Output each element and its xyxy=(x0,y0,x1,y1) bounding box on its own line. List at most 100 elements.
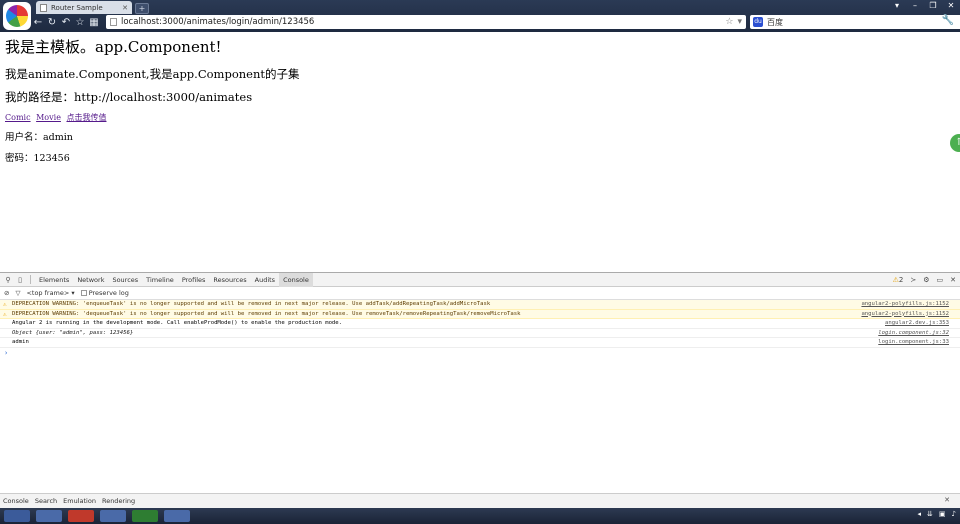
window-controls: ▾ – ❐ ✕ xyxy=(892,1,956,10)
clear-console-icon[interactable]: ⊘ xyxy=(4,289,9,297)
page-content: 我是主模板。app.Component! 我是animate.Component… xyxy=(0,32,960,272)
log-text[interactable]: Object {user: "admin", pass: 123456} xyxy=(12,330,133,336)
tab-strip: Router Sample ✕ + xyxy=(36,0,149,14)
preserve-log-option[interactable]: Preserve log xyxy=(80,289,129,297)
maximize-button[interactable]: ❐ xyxy=(928,1,938,10)
nav-links: Comic Movie 点击我传值 xyxy=(5,112,109,123)
star-icon[interactable]: ☆ xyxy=(73,16,87,30)
browser-chrome: Router Sample ✕ + ▾ – ❐ ✕ ← ↻ ↶ ☆ ▦ loca… xyxy=(0,0,960,32)
preserve-log-checkbox[interactable] xyxy=(80,290,87,296)
close-drawer-icon[interactable]: ✕ xyxy=(944,496,950,504)
drawer-tab-rendering[interactable]: Rendering xyxy=(102,497,135,505)
log-source-link[interactable]: angular2.dev.js:353 xyxy=(885,319,949,328)
log-source-link[interactable]: angular2-polyfills.js:1152 xyxy=(861,300,949,309)
warning-counter[interactable]: ⚠2 xyxy=(893,276,904,284)
browser-tab[interactable]: Router Sample ✕ xyxy=(36,1,132,14)
username-text: 用户名：admin xyxy=(5,132,73,143)
console-log-row: ⚠ DEPRECATION WARNING: 'enqueueTask' is … xyxy=(0,300,960,310)
password-text: 密码：123456 xyxy=(5,153,70,164)
link-movie[interactable]: Movie xyxy=(36,113,61,122)
child-component-heading: 我是animate.Component,我是app.Component的子集 xyxy=(5,67,300,81)
tab-timeline[interactable]: Timeline xyxy=(142,273,178,287)
tab-sources[interactable]: Sources xyxy=(108,273,142,287)
new-tab-button[interactable]: + xyxy=(135,3,149,14)
minimize-button[interactable]: – xyxy=(910,1,920,10)
link-comic[interactable]: Comic xyxy=(5,113,31,122)
taskbar-app[interactable] xyxy=(132,510,158,522)
tab-resources[interactable]: Resources xyxy=(209,273,250,287)
log-source-link[interactable]: login.component.js:33 xyxy=(878,338,949,347)
warning-icon: ⚠ xyxy=(3,310,7,318)
path-heading: 我的路径是：http://localhost:3000/animates xyxy=(5,90,253,104)
url-text[interactable]: localhost:3000/animates/login/admin/1234… xyxy=(121,17,721,27)
drawer-tab-console[interactable]: Console xyxy=(3,497,29,505)
page-icon xyxy=(110,18,117,26)
tray-icon[interactable]: ⇊ xyxy=(927,510,933,518)
console-toolbar: ⊘ ▽ <top frame> ▾ Preserve log xyxy=(0,287,960,300)
close-icon[interactable]: ✕ xyxy=(950,276,956,284)
back-icon[interactable]: ← xyxy=(31,16,45,30)
console-log-row: ⚠ DEPRECATION WARNING: 'dequeueTask' is … xyxy=(0,309,960,320)
tab-title: Router Sample xyxy=(51,3,103,12)
taskbar-app[interactable] xyxy=(100,510,126,522)
page-icon xyxy=(40,3,47,12)
frame-selector[interactable]: <top frame> ▾ xyxy=(26,289,74,297)
start-button[interactable] xyxy=(4,510,30,522)
close-window-button[interactable]: ✕ xyxy=(946,1,956,10)
console-prompt[interactable]: › xyxy=(0,348,960,358)
apps-icon[interactable]: ▦ xyxy=(87,16,101,30)
preserve-log-label: Preserve log xyxy=(88,289,129,297)
devtools-tabbar: ⚲ ▯ Elements Network Sources Timeline Pr… xyxy=(0,272,960,287)
log-source-link[interactable]: angular2-polyfills.js:1152 xyxy=(861,310,949,319)
baidu-icon[interactable]: du xyxy=(753,17,763,27)
device-mode-icon[interactable]: ▯ xyxy=(14,276,26,284)
log-text: DEPRECATION WARNING: 'dequeueTask' is no… xyxy=(12,310,521,317)
browser-toolbar: ← ↻ ↶ ☆ ▦ localhost:3000/animates/login/… xyxy=(31,14,960,31)
taskbar-app[interactable] xyxy=(36,510,62,522)
log-text: Angular 2 is running in the development … xyxy=(12,320,343,327)
tray-icon[interactable]: ▣ xyxy=(939,510,946,518)
drawer-tab-search[interactable]: Search xyxy=(35,497,57,505)
console-log-row[interactable]: Object {user: "admin", pass: 123456} log… xyxy=(0,329,960,339)
menu-icon[interactable]: ▾ xyxy=(892,1,902,10)
dock-icon[interactable]: ▭ xyxy=(937,276,944,284)
chevron-down-icon[interactable]: ▾ xyxy=(737,17,742,27)
tab-console[interactable]: Console xyxy=(279,272,313,287)
reload-icon[interactable]: ↻ xyxy=(45,16,59,30)
close-tab-icon[interactable]: ✕ xyxy=(122,4,128,12)
undo-icon[interactable]: ↶ xyxy=(59,16,73,30)
devtools-panel: ⚲ ▯ Elements Network Sources Timeline Pr… xyxy=(0,272,960,508)
browser-logo-icon[interactable] xyxy=(3,2,31,30)
devtools-right-controls: ⚠2 ≻ ⚙ ▭ ✕ xyxy=(893,273,956,287)
devtools-drawer: Console Search Emulation Rendering ✕ xyxy=(0,493,960,508)
wrench-icon[interactable]: 🔧 xyxy=(942,15,954,26)
address-bar[interactable]: localhost:3000/animates/login/admin/1234… xyxy=(106,15,746,29)
tab-network[interactable]: Network xyxy=(73,273,108,287)
tab-elements[interactable]: Elements xyxy=(35,273,73,287)
star-icon[interactable]: ☆ xyxy=(725,17,733,27)
system-tray: ◂ ⇊ ▣ ♪ xyxy=(918,510,956,518)
log-text: admin xyxy=(12,339,29,346)
search-box[interactable]: du 百度 ⚲ xyxy=(750,15,960,29)
tray-icon[interactable]: ◂ xyxy=(918,510,922,518)
link-pass-value[interactable]: 点击我传值 xyxy=(66,113,106,122)
taskbar: ◂ ⇊ ▣ ♪ xyxy=(0,508,960,524)
gear-icon[interactable]: ⚙ xyxy=(923,276,929,284)
inspect-icon[interactable]: ⚲ xyxy=(2,276,14,284)
tray-icon[interactable]: ♪ xyxy=(952,510,956,518)
drawer-tab-emulation[interactable]: Emulation xyxy=(63,497,96,505)
console-log-row: Angular 2 is running in the development … xyxy=(0,319,960,329)
tab-profiles[interactable]: Profiles xyxy=(178,273,210,287)
tab-audits[interactable]: Audits xyxy=(251,273,279,287)
page-title: 我是主模板。app.Component! xyxy=(5,38,222,56)
taskbar-app[interactable] xyxy=(68,510,94,522)
search-engine-label: 百度 xyxy=(767,17,783,27)
filter-icon[interactable]: ▽ xyxy=(15,289,20,297)
frame-selector-label: <top frame> xyxy=(26,289,70,297)
warning-count: 2 xyxy=(898,276,904,284)
divider xyxy=(30,275,31,284)
taskbar-app[interactable] xyxy=(164,510,190,522)
log-source-link[interactable]: login.component.js:32 xyxy=(878,329,949,338)
side-float-button[interactable]: ↑ xyxy=(950,134,960,152)
drawer-toggle-icon[interactable]: ≻ xyxy=(910,276,916,284)
